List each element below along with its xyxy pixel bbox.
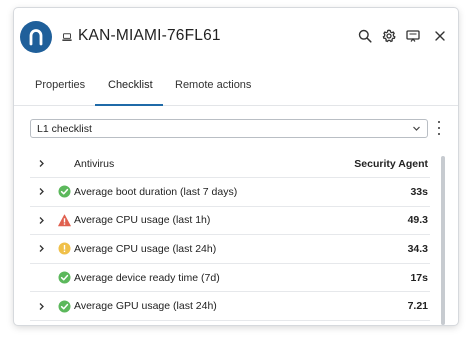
tab-remote-actions[interactable]: Remote actions bbox=[175, 64, 251, 106]
warning-circle-icon bbox=[58, 242, 71, 255]
table-row[interactable]: Average CPU usage (last 24h) 34.3 bbox=[30, 235, 430, 264]
remote-session-button[interactable] bbox=[405, 28, 421, 44]
chevron-right-icon[interactable] bbox=[37, 187, 46, 196]
checklist-select[interactable]: L1 checklist bbox=[30, 119, 428, 138]
search-button[interactable] bbox=[357, 28, 373, 44]
check-circle-icon bbox=[58, 185, 71, 198]
row-value: 34.3 bbox=[407, 242, 428, 255]
row-name: Average CPU usage (last 24h) bbox=[74, 242, 217, 255]
app-logo bbox=[20, 21, 52, 53]
chevron-right-icon[interactable] bbox=[37, 244, 46, 253]
checklist-select-value: L1 checklist bbox=[37, 122, 92, 135]
chevron-right-icon[interactable] bbox=[37, 159, 46, 168]
chevron-right-icon[interactable] bbox=[37, 302, 46, 311]
row-value: 17s bbox=[410, 271, 428, 284]
tab-bar: Properties Checklist Remote actions bbox=[14, 64, 458, 106]
table-row[interactable]: Average GPU usage (last 24h) 7.21 bbox=[30, 292, 430, 321]
row-name: Average device ready time (7d) bbox=[74, 271, 220, 284]
active-tab-indicator bbox=[95, 104, 163, 106]
checklist-table: Antivirus Security Agent Average boot du… bbox=[30, 150, 430, 321]
more-options-button[interactable] bbox=[436, 121, 442, 135]
check-circle-icon bbox=[58, 300, 71, 313]
device-panel: KAN-MIAMI-76FL61 Properties Checklist Re… bbox=[14, 8, 458, 325]
panel-header: KAN-MIAMI-76FL61 bbox=[14, 8, 458, 64]
vertical-scrollbar[interactable] bbox=[441, 156, 445, 325]
chevron-right-icon[interactable] bbox=[37, 216, 46, 225]
remote-screen-icon bbox=[406, 30, 420, 42]
row-value: 7.21 bbox=[407, 300, 428, 313]
logo-letter-icon bbox=[29, 29, 43, 46]
close-button[interactable] bbox=[432, 28, 448, 44]
table-header-row[interactable]: Antivirus Security Agent bbox=[30, 150, 430, 178]
row-name: Average CPU usage (last 1h) bbox=[74, 214, 211, 227]
settings-button[interactable] bbox=[381, 28, 397, 44]
search-icon bbox=[358, 29, 372, 43]
more-vertical-icon bbox=[437, 121, 441, 124]
chevron-down-icon bbox=[413, 126, 420, 131]
table-row[interactable]: Average boot duration (last 7 days) 33s bbox=[30, 178, 430, 207]
table-header-name: Antivirus bbox=[74, 157, 115, 170]
table-row: Average device ready time (7d) 17s bbox=[30, 264, 430, 293]
row-value: 49.3 bbox=[407, 214, 428, 227]
tab-properties[interactable]: Properties bbox=[35, 64, 85, 106]
table-row[interactable]: Average CPU usage (last 1h) 49.3 bbox=[30, 207, 430, 236]
row-name: Average GPU usage (last 24h) bbox=[74, 300, 217, 313]
tab-checklist[interactable]: Checklist bbox=[108, 64, 153, 106]
error-triangle-icon bbox=[58, 214, 71, 227]
close-icon bbox=[435, 31, 445, 41]
table-header-value: Security Agent bbox=[354, 157, 428, 170]
device-title: KAN-MIAMI-76FL61 bbox=[78, 27, 221, 44]
check-circle-icon bbox=[58, 271, 71, 284]
row-name: Average boot duration (last 7 days) bbox=[74, 185, 238, 198]
row-value: 33s bbox=[410, 185, 428, 198]
gear-icon bbox=[382, 29, 396, 43]
device-icon bbox=[62, 33, 72, 41]
